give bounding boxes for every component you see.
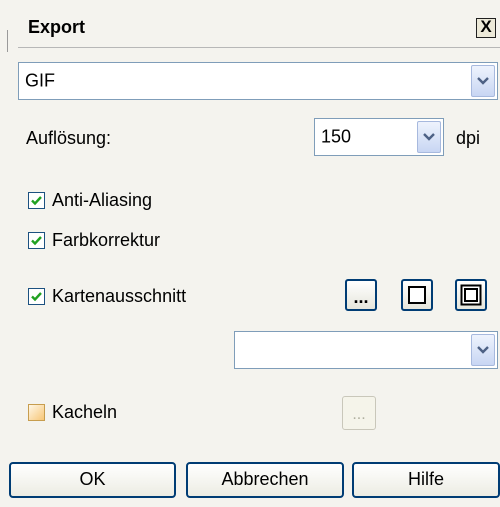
tiles-browse-button[interactable]: ... [342, 396, 376, 430]
dialog-title: Export [28, 17, 86, 37]
map-extent-browse-button[interactable]: ... [345, 279, 377, 311]
close-button[interactable]: X [476, 18, 496, 38]
resolution-select[interactable]: 150 [314, 118, 444, 156]
map-extent-label[interactable]: Kartenausschnitt [52, 286, 186, 307]
ok-button[interactable]: OK [9, 462, 176, 498]
chevron-down-icon[interactable] [471, 334, 495, 366]
checkmark-icon [31, 196, 42, 206]
map-extent-select[interactable] [234, 331, 498, 369]
title-divider [18, 47, 500, 48]
chevron-down-icon[interactable] [471, 65, 495, 97]
cancel-button[interactable]: Abbrechen [186, 462, 344, 498]
ellipsis-icon: ... [353, 287, 369, 307]
anti-aliasing-label[interactable]: Anti-Aliasing [52, 190, 152, 211]
checkmark-icon [31, 236, 42, 246]
resolution-label: Auflösung: [26, 128, 112, 148]
tiles-checkbox[interactable] [28, 404, 45, 421]
chevron-down-icon[interactable] [417, 121, 441, 153]
help-button[interactable]: Hilfe [352, 462, 500, 498]
map-extent-checkbox[interactable] [28, 288, 45, 305]
anti-aliasing-checkbox[interactable] [28, 192, 45, 209]
checkmark-icon [31, 292, 42, 302]
nested-frame-icon [460, 284, 482, 306]
tiles-label[interactable]: Kacheln [52, 402, 117, 423]
close-icon: X [480, 17, 492, 36]
color-correction-checkbox[interactable] [28, 232, 45, 249]
color-correction-label[interactable]: Farbkorrektur [52, 230, 160, 251]
map-extent-fullview-button[interactable] [455, 279, 487, 311]
resolution-unit: dpi [456, 128, 481, 148]
map-extent-frame-button[interactable] [401, 279, 433, 311]
ellipsis-icon: ... [352, 406, 366, 423]
format-select-value: GIF [25, 70, 55, 91]
format-select[interactable]: GIF [18, 62, 498, 100]
frame-icon [408, 286, 426, 304]
resolution-value: 150 [321, 126, 352, 147]
window-edge [7, 30, 8, 52]
